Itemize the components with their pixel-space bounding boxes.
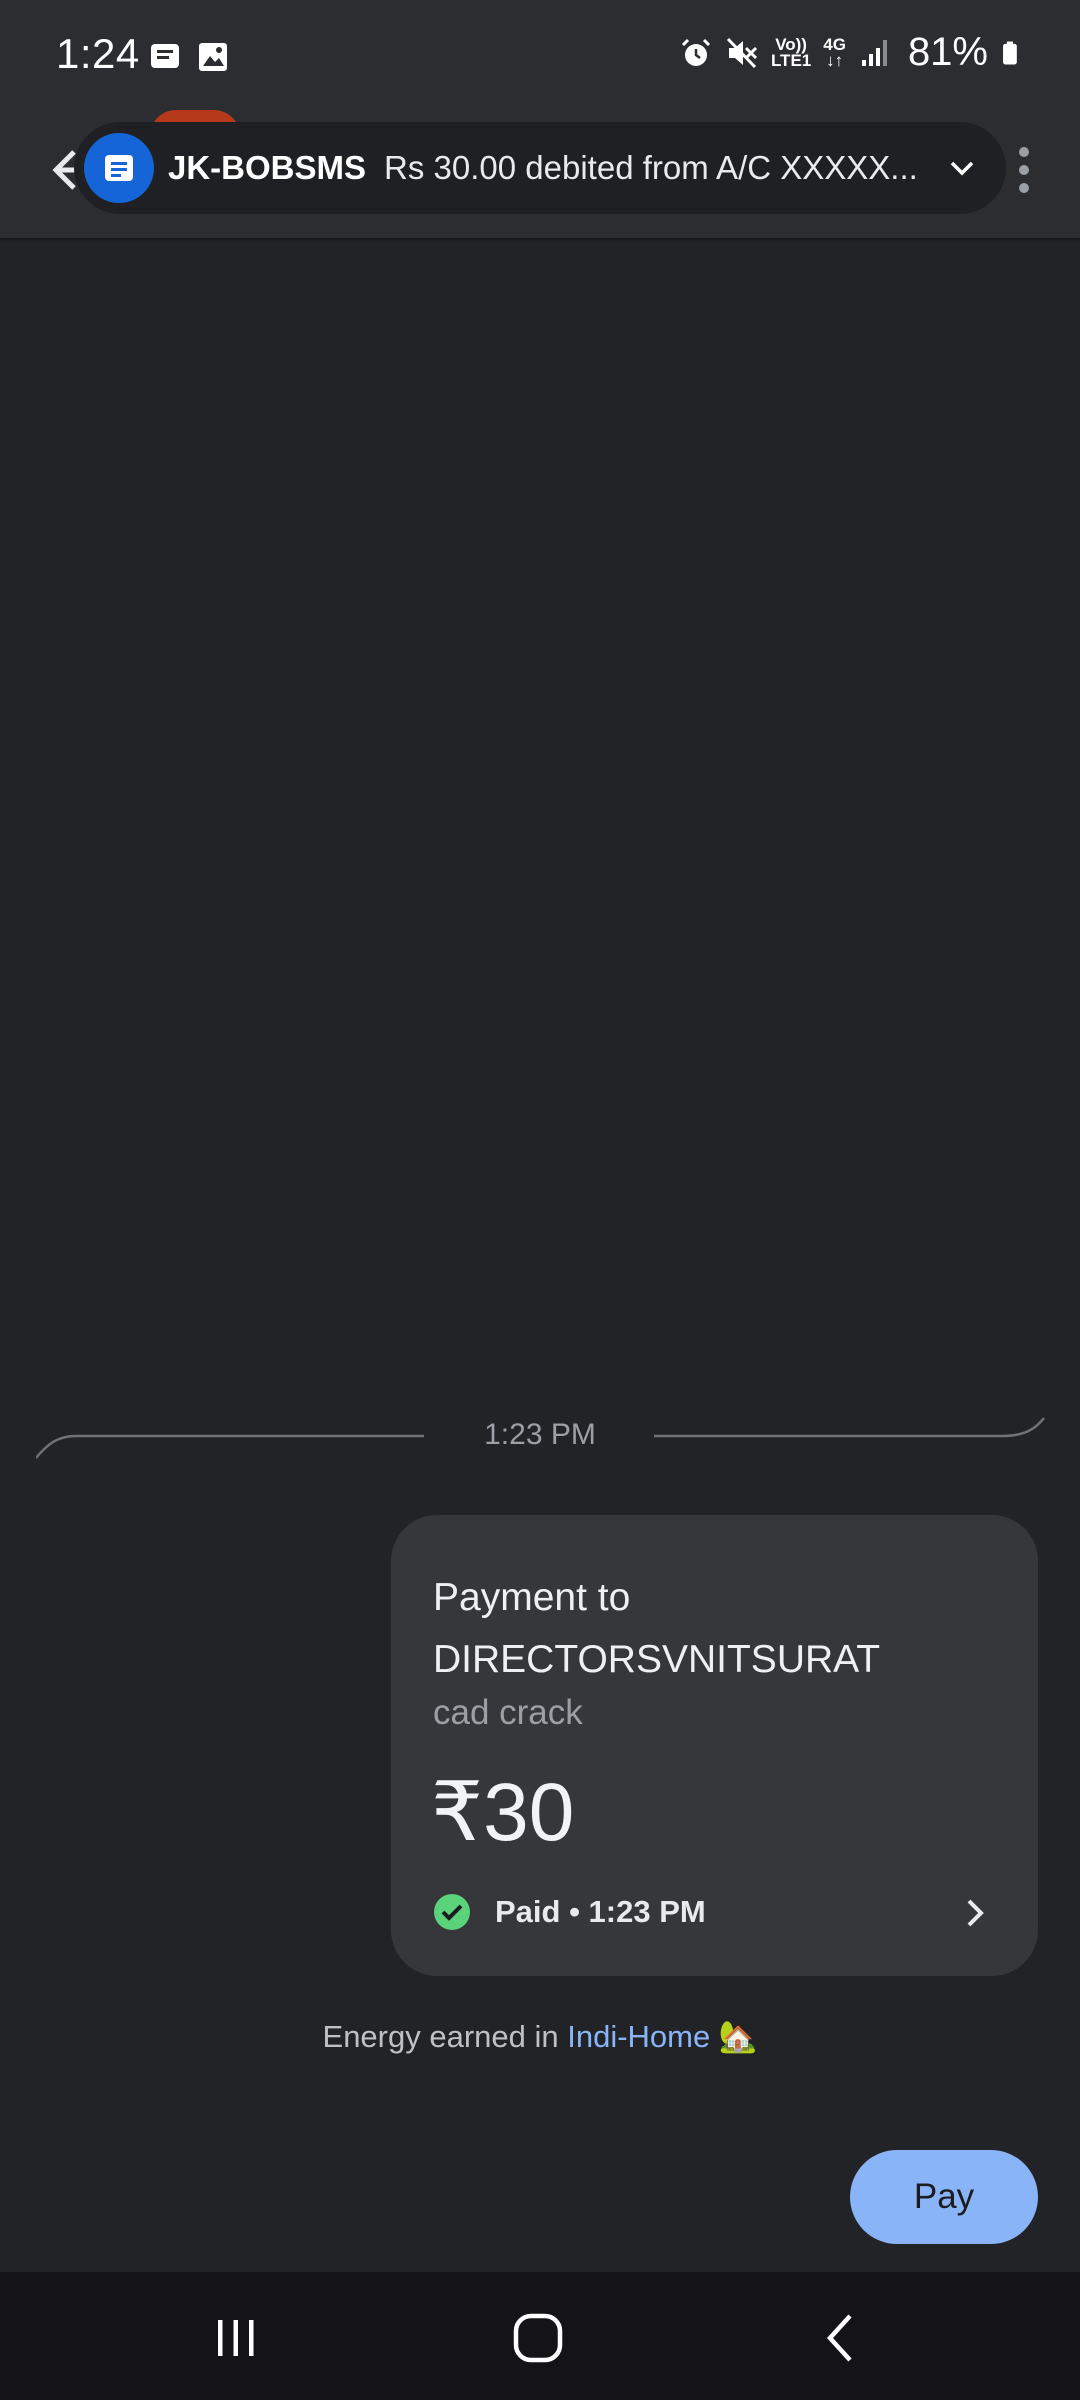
- pay-button[interactable]: Pay: [850, 2150, 1038, 2244]
- screen: 1:24 Vo)) LTE1 4G ↓↑ 81% JK-BOBSMS Rs 30…: [0, 0, 1080, 2400]
- status-time: 1:24: [56, 30, 140, 77]
- payment-status: Paid • 1:23 PM: [433, 1893, 706, 1931]
- energy-earned: Energy earned in Indi-Home 🏡: [0, 2018, 1080, 2055]
- data-arrows-icon: 4G ↓↑: [823, 34, 846, 70]
- alarm-icon: [681, 38, 710, 66]
- battery-percent: 81%: [907, 30, 988, 74]
- message-timestamp: 1:23 PM: [484, 1418, 596, 1451]
- image-icon: [199, 43, 227, 71]
- status-right-icons: Vo)) LTE1 4G ↓↑ 81%: [679, 30, 1026, 75]
- navigation-bar: [0, 2272, 1080, 2400]
- check-circle-icon: [434, 1894, 470, 1930]
- notification-pill[interactable]: JK-BOBSMS Rs 30.00 debited from A/C XXXX…: [74, 122, 1006, 214]
- payment-status-text: Paid • 1:23 PM: [495, 1894, 706, 1929]
- message-icon: [151, 44, 179, 68]
- payment-amount: ₹30: [431, 1767, 575, 1858]
- recents-icon[interactable]: [206, 2308, 266, 2368]
- chevron-down-icon[interactable]: [944, 150, 980, 186]
- house-icon: 🏡: [718, 2019, 758, 2054]
- chevron-right-icon[interactable]: [960, 1895, 990, 1931]
- payment-note: cad crack: [433, 1693, 583, 1732]
- message-icon: [84, 133, 154, 203]
- indi-home-link[interactable]: Indi-Home: [567, 2019, 710, 2054]
- status-left-icons: [148, 40, 230, 74]
- home-icon[interactable]: [508, 2308, 568, 2368]
- signal-icon: [861, 39, 887, 66]
- back-icon[interactable]: [812, 2308, 872, 2368]
- app-bar: JK-BOBSMS Rs 30.00 debited from A/C XXXX…: [0, 110, 1080, 238]
- notification-sender: JK-BOBSMS: [168, 149, 367, 186]
- mute-icon: [726, 37, 757, 68]
- volte-icon: Vo)) LTE1: [770, 34, 812, 70]
- battery-icon: [1003, 41, 1017, 64]
- energy-prefix: Energy earned in: [322, 2019, 568, 2054]
- notification-message: Rs 30.00 debited from A/C XXXXX...: [384, 149, 918, 186]
- status-bar: 1:24 Vo)) LTE1 4G ↓↑ 81%: [0, 0, 1080, 110]
- payment-title: Payment to DIRECTORSVNITSURAT: [433, 1576, 881, 1681]
- payment-card[interactable]: Payment to DIRECTORSVNITSURAT cad crack …: [391, 1515, 1038, 1976]
- more-vert-icon[interactable]: [1014, 142, 1034, 198]
